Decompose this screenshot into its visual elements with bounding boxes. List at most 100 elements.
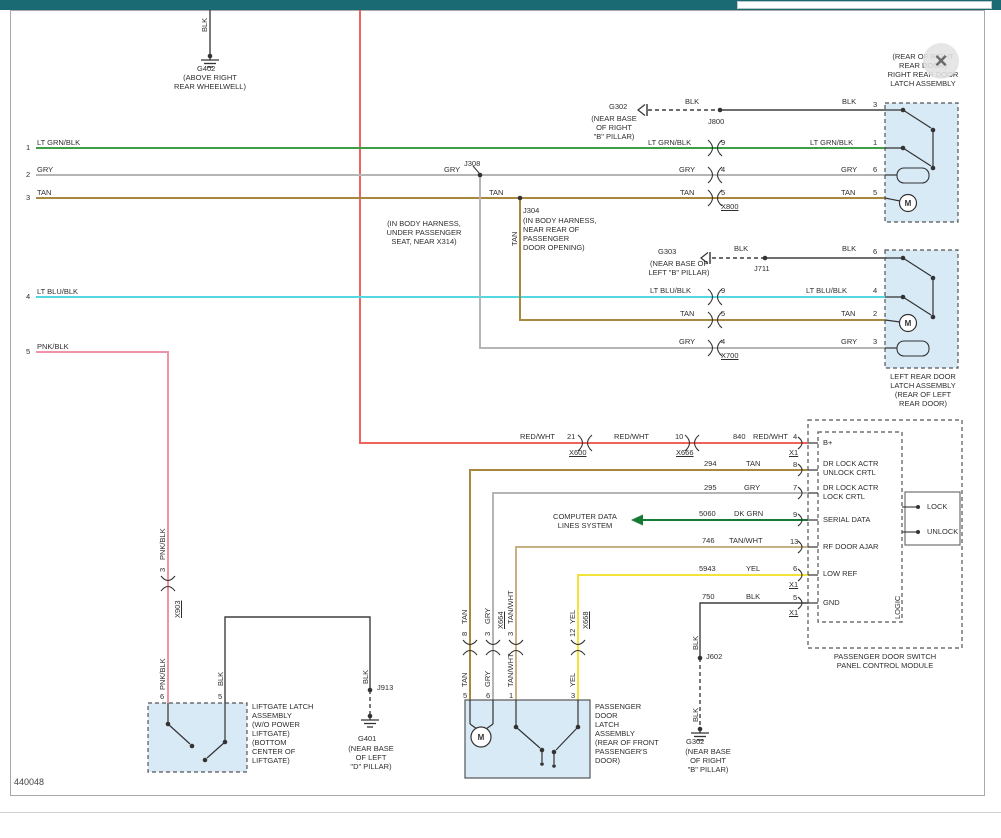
label-v-pnk: PNK/BLK: [158, 528, 167, 560]
label-x903: X903: [173, 600, 182, 618]
label-v-pnk-pin: 3: [158, 568, 167, 572]
label-mod-pin6: 6: [793, 564, 797, 573]
label-tan-branch-rot: TAN: [510, 232, 519, 246]
lock-unlock-box: [905, 492, 960, 545]
label-redwht2: RED/WHT: [614, 432, 649, 441]
label-ckt840: 840: [733, 432, 746, 441]
ground-symbols: [201, 54, 710, 740]
label-v-blk-j602b: BLK: [691, 708, 700, 722]
label-v-yel2: YEL: [568, 673, 577, 687]
label-lrl-pin2: 2: [873, 309, 877, 318]
right-rear-latch-box: [885, 103, 958, 222]
label-row4-conn: 9: [721, 286, 725, 295]
label-x700: X700: [721, 351, 739, 360]
label-x1b: X1: [789, 580, 798, 589]
label-j711-blk: BLK: [734, 244, 748, 253]
label-row4-num: 4: [26, 292, 30, 301]
label-rrl-blk: BLK: [842, 97, 856, 106]
junction-dots: [368, 108, 768, 693]
label-x800: X800: [721, 202, 739, 211]
label-tanb-right: TAN: [841, 309, 855, 318]
label-row2-left: GRY: [37, 165, 53, 174]
label-g302t-loc: (NEAR BASE OF RIGHT "B" PILLAR): [578, 114, 650, 141]
g401-ground-icon: [361, 714, 379, 727]
label-rf-door-ajar: RF DOOR AJAR: [823, 542, 878, 551]
label-redwht3: RED/WHT: [753, 432, 788, 441]
label-serial-data: SERIAL DATA: [823, 515, 870, 524]
label-ckt750: 750: [702, 592, 715, 601]
label-j304: J304: [523, 206, 539, 215]
label-row1-right: LT GRN/BLK: [810, 138, 853, 147]
label-ckt5943: 5943: [699, 564, 716, 573]
label-g302t: G302: [609, 102, 627, 111]
label-x668: X668: [581, 611, 590, 629]
label-lock: LOCK: [927, 502, 947, 511]
label-x666-pin: 10: [675, 432, 683, 441]
label-v-tan2: TAN: [460, 673, 469, 687]
label-rrl-pin6: 6: [873, 165, 877, 174]
label-v-yel-pin: 12: [568, 629, 577, 637]
label-ckt746: 746: [702, 536, 715, 545]
label-rrl-pin3: 3: [873, 100, 877, 109]
component-boxes: [148, 103, 962, 778]
label-logic: LOGIC: [893, 596, 902, 619]
label-tan-c: TAN: [746, 459, 760, 468]
label-lock-crtl: DR LOCK ACTR LOCK CRTL: [823, 483, 878, 501]
label-v-gry: GRY: [483, 608, 492, 624]
label-row2-num: 2: [26, 170, 30, 179]
label-row1-left: LT GRN/BLK: [37, 138, 80, 147]
label-gry-c: GRY: [744, 483, 760, 492]
wire-blk-liftgate: [225, 617, 370, 703]
label-mod-pin9: 9: [793, 510, 797, 519]
inline-connectors: [161, 140, 802, 655]
svg-text:M: M: [478, 733, 485, 742]
label-blk-c: BLK: [746, 592, 760, 601]
label-v-blk-j602a: BLK: [691, 636, 700, 650]
label-g303: G303: [658, 247, 676, 256]
label-v-blk-lg: BLK: [216, 672, 225, 686]
wire-pnk-blk: [36, 352, 168, 703]
label-tanb-mid: TAN: [680, 309, 694, 318]
label-gryb-conn: 4: [721, 337, 725, 346]
label-j800: J800: [708, 117, 724, 126]
label-j308-gry: GRY: [444, 165, 460, 174]
label-g402-blk: BLK: [200, 18, 209, 32]
label-mod-pin5: 5: [793, 593, 797, 602]
label-g401: G401: [358, 734, 376, 743]
wiring-diagram-screen: MMM 1LT GRN/BLK2GRY3TAN4LT BLU/BLK5PNK/B…: [0, 0, 1001, 838]
label-v-tanwht-pin: 3: [506, 632, 515, 636]
label-rrl-pin5: 5: [873, 188, 877, 197]
label-row4-left: LT BLU/BLK: [37, 287, 78, 296]
label-x1a: X1: [789, 448, 798, 457]
label-j800-blk: BLK: [685, 97, 699, 106]
label-yel-c: YEL: [746, 564, 760, 573]
label-row2-conn: 4: [721, 165, 725, 174]
label-row4-right: LT BLU/BLK: [806, 286, 847, 295]
svg-text:M: M: [905, 199, 912, 208]
wire-gry-module: [493, 493, 808, 703]
label-redwht1: RED/WHT: [520, 432, 555, 441]
label-v-tan: TAN: [460, 610, 469, 624]
label-gryb-right: GRY: [841, 337, 857, 346]
label-row1-conn: 9: [721, 138, 725, 147]
label-row3-mid: TAN: [680, 188, 694, 197]
label-lgl-pin6: 6: [160, 692, 164, 701]
label-v-tanwht2: TAN/WHT: [506, 653, 515, 687]
label-row4-mid: LT BLU/BLK: [650, 286, 691, 295]
label-row3-left: TAN: [37, 188, 51, 197]
close-button[interactable]: ×: [923, 43, 959, 79]
label-pdl-pin3: 3: [571, 691, 575, 700]
label-mod-pin13: 13: [790, 537, 798, 546]
label-v-blk-j913: BLK: [361, 670, 370, 684]
label-g303-loc: (NEAR BASE OF LEFT "B" PILLAR): [637, 259, 721, 277]
label-mod-pin7: 7: [793, 483, 797, 492]
label-lrl-pin3: 3: [873, 337, 877, 346]
label-row1-num: 1: [26, 143, 30, 152]
label-unlock: UNLOCK: [927, 527, 958, 536]
label-j304-loc: (IN BODY HARNESS, NEAR REAR OF PASSENGER…: [523, 216, 618, 252]
label-g401-loc: (NEAR BASE OF LEFT "D" PILLAR): [336, 744, 406, 771]
close-icon: ×: [935, 48, 948, 74]
label-pdl-pin6: 6: [486, 691, 490, 700]
wire-tan-module: [470, 470, 808, 703]
label-module-caption: PASSENGER DOOR SWITCH PANEL CONTROL MODU…: [806, 652, 964, 670]
